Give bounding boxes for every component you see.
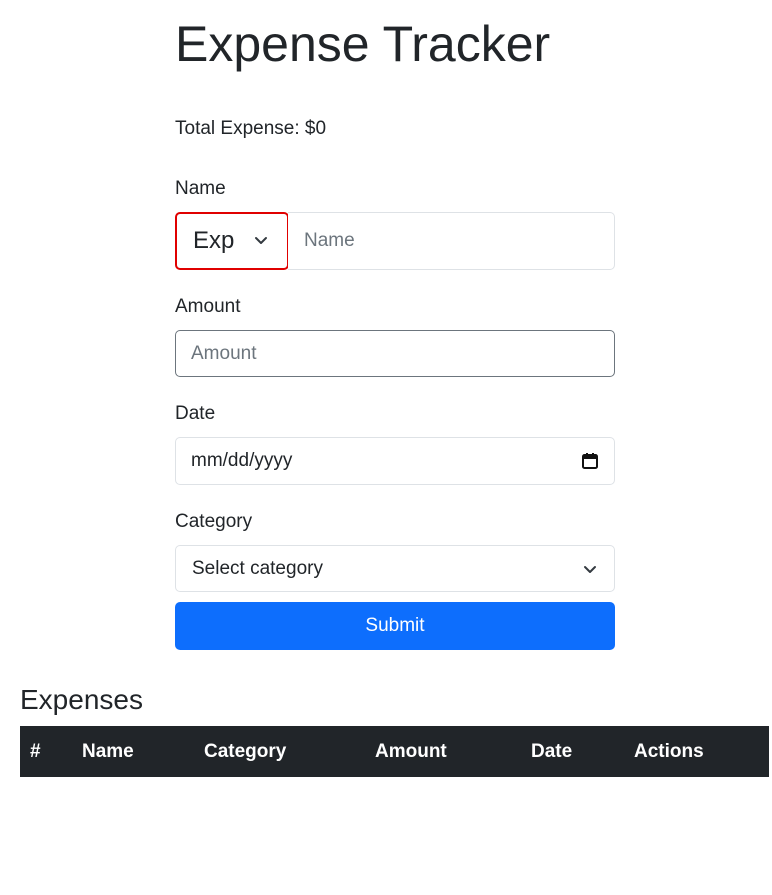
date-input[interactable]: mm/dd/yyyy bbox=[175, 437, 615, 485]
submit-button[interactable]: Submit bbox=[175, 602, 615, 650]
category-select[interactable]: Select category bbox=[175, 545, 615, 592]
column-header-category: Category bbox=[204, 726, 375, 777]
total-expense: Total Expense: $0 bbox=[175, 118, 327, 139]
calendar-icon[interactable] bbox=[581, 452, 599, 470]
table-header-row: # Name Category Amount Date Actions bbox=[20, 726, 769, 777]
column-header-amount: Amount bbox=[375, 726, 531, 777]
date-label: Date bbox=[175, 403, 216, 424]
category-select-value: Select category bbox=[192, 557, 323, 579]
name-label: Name bbox=[175, 178, 226, 199]
expenses-table: # Name Category Amount Date Actions bbox=[20, 726, 769, 777]
date-placeholder: mm/dd/yyyy bbox=[191, 450, 293, 471]
type-select[interactable]: Exp bbox=[175, 212, 289, 270]
amount-input[interactable] bbox=[175, 330, 615, 377]
column-header-date: Date bbox=[531, 726, 634, 777]
chevron-down-icon bbox=[582, 561, 598, 577]
type-select-value: Exp bbox=[193, 227, 235, 254]
column-header-actions: Actions bbox=[634, 726, 769, 777]
page-title: Expense Tracker bbox=[175, 16, 551, 72]
column-header-name: Name bbox=[82, 726, 204, 777]
expenses-heading: Expenses bbox=[20, 684, 143, 715]
column-header-number: # bbox=[20, 726, 82, 777]
chevron-down-icon bbox=[253, 232, 269, 248]
name-input[interactable] bbox=[288, 212, 615, 270]
category-label: Category bbox=[175, 511, 253, 532]
amount-label: Amount bbox=[175, 296, 241, 317]
